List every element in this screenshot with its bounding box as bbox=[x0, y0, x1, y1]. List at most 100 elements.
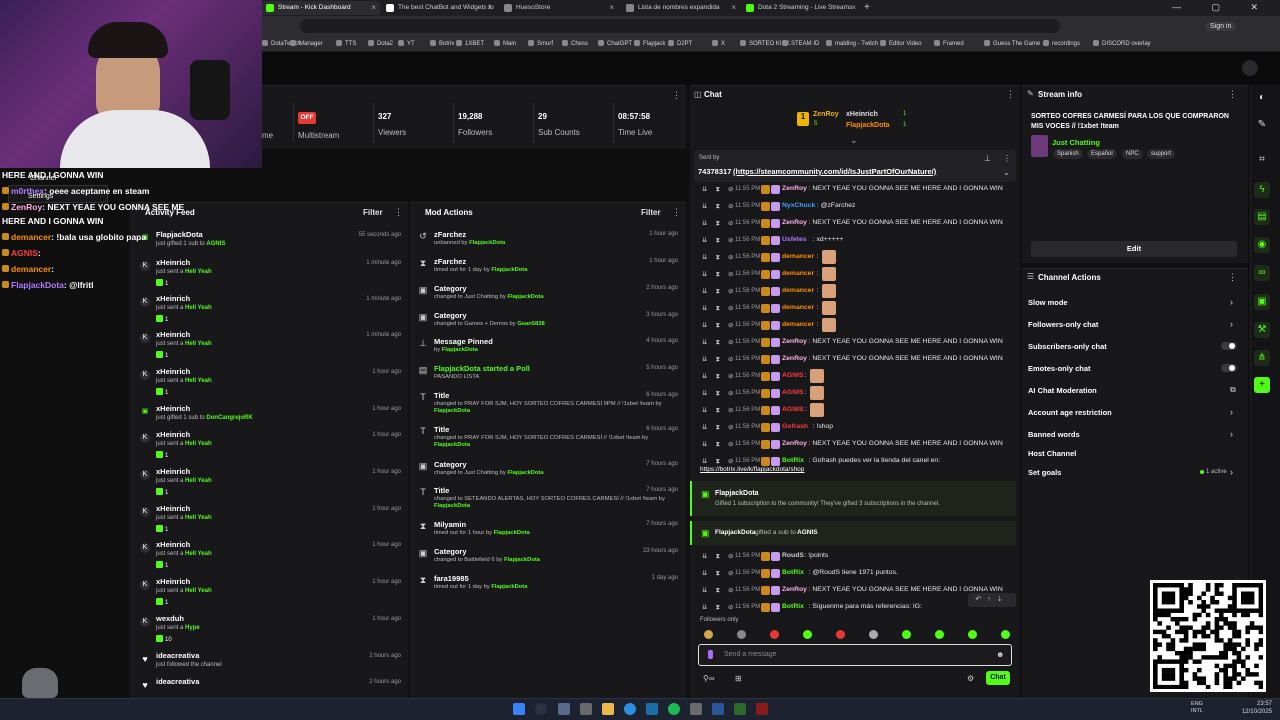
excel-icon[interactable] bbox=[734, 703, 746, 715]
bookmark-item[interactable]: TTS bbox=[336, 40, 356, 47]
chat-message[interactable]: ⇊⧗⊘ 11:56 PM BotRix: @RoudS tiene 1971 pun… bbox=[700, 566, 1012, 582]
mod-action-actor[interactable]: FlapjackDota bbox=[504, 557, 540, 563]
channel-action-label[interactable]: Subscribers-only chat bbox=[1028, 342, 1107, 351]
activity-user-name[interactable]: xHeinrich bbox=[156, 330, 190, 339]
chevron-down-icon[interactable]: ⌄ bbox=[1003, 168, 1010, 177]
activity-target[interactable]: DonCangrejoRK bbox=[206, 415, 252, 421]
chat-message[interactable]: ⇊⧗⊘ 11:56 PM demancer: bbox=[700, 267, 1012, 283]
mod-filter-button[interactable]: Filter bbox=[641, 208, 661, 217]
activity-user-name[interactable]: xHeinrich bbox=[156, 430, 190, 439]
pinned-link[interactable]: (https://steamcommunity.com/id/IsJustPar… bbox=[733, 167, 936, 176]
mod-action-item[interactable]: T Title changed to PRAY FOR SJM, HOY SORTE… bbox=[418, 390, 682, 418]
bookmark-item[interactable]: Framed bbox=[934, 40, 964, 47]
chat-message[interactable]: ⇊⧗⊘ 11:56 PM demancer: bbox=[700, 250, 1012, 266]
avatar[interactable] bbox=[1242, 60, 1258, 76]
activity-item[interactable]: KxHeinrich just sent a Hell Yeah 1 hour ag… bbox=[140, 428, 405, 464]
message-username[interactable]: AGNIS bbox=[782, 372, 804, 379]
mod-action-actor[interactable]: FlapjackDota bbox=[434, 408, 470, 414]
mod-action-item[interactable]: ▣ Category changed to Just Chatting by Fla… bbox=[418, 459, 682, 487]
activity-user-name[interactable]: xHeinrich bbox=[156, 504, 190, 513]
close-icon[interactable]: × bbox=[609, 3, 614, 12]
mod-action-actor[interactable]: Gean5838 bbox=[517, 321, 544, 327]
browser-tab[interactable]: HuesoStore × bbox=[500, 1, 618, 15]
mod-action-item[interactable]: T Title changed to SETEANDO ALERTAS, HOY S… bbox=[418, 485, 682, 513]
activity-item[interactable]: Kwexduh just sent a Hype 1 hour ago 10 bbox=[140, 612, 405, 648]
bookmark-item[interactable]: YT bbox=[398, 40, 415, 47]
gift-sub-target[interactable]: AGNIS bbox=[797, 529, 818, 536]
mod-action-item[interactable]: ⧗ fara19985 timed out for 1 day by Flapjac… bbox=[418, 573, 682, 601]
quick-emote-icon[interactable] bbox=[770, 630, 779, 639]
activity-user-name[interactable]: wexduh bbox=[156, 614, 184, 623]
activity-target[interactable]: Hell Yeah bbox=[185, 551, 212, 557]
mod-action-item[interactable]: ⧗ zFarchez timed out for 1 day by Flapjack… bbox=[418, 256, 682, 284]
chat-message[interactable]: ⇊⧗⊘ 11:56 PM Usfetes: xd+++++ bbox=[700, 233, 1012, 249]
tag-chip[interactable]: Spanish bbox=[1053, 149, 1083, 159]
sign-in-button[interactable]: Sign in bbox=[1205, 22, 1237, 31]
bookmark-item[interactable]: Smurf bbox=[528, 40, 553, 47]
bookmark-item[interactable]: 1XBET bbox=[456, 40, 484, 47]
channel-action-label[interactable]: Emotes-only chat bbox=[1028, 364, 1091, 373]
chat-message[interactable]: ⇊⧗⊘ 11:55 PM ZenRoy: NEXT YEAE YOU GONNA S… bbox=[700, 182, 1012, 198]
chat-message[interactable]: ⇊⧗⊘ 11:56 PM ZenRoy: NEXT YEAE YOU GONNA S… bbox=[700, 437, 1012, 453]
activity-target[interactable]: Hell Yeah bbox=[185, 341, 212, 347]
close-icon[interactable]: × bbox=[851, 3, 856, 12]
message-username[interactable]: Gofrash bbox=[782, 423, 808, 430]
tag-chip[interactable]: support bbox=[1147, 149, 1176, 159]
chat-bubble-icon[interactable]: ◉ bbox=[1254, 237, 1270, 253]
message-username[interactable]: AGNIS bbox=[782, 406, 804, 413]
message-username[interactable]: NyxChuck bbox=[782, 202, 815, 209]
mod-action-item[interactable]: ▣ Category changed to Games + Demos by Gea… bbox=[418, 310, 682, 338]
message-username[interactable]: BotRix bbox=[782, 457, 804, 464]
more-options-icon[interactable]: ⋮ bbox=[1228, 272, 1237, 283]
message-username[interactable]: demancer bbox=[782, 270, 814, 277]
activity-item[interactable]: KxHeinrich just sent a Hell Yeah 1 hour ag… bbox=[140, 365, 405, 401]
message-username[interactable]: RoudS bbox=[782, 552, 804, 559]
bookmark-item[interactable]: Manager bbox=[290, 40, 323, 47]
chevron-right-icon[interactable]: › bbox=[1230, 297, 1233, 307]
taskbar-app-icon[interactable] bbox=[558, 703, 570, 715]
chevron-down-icon[interactable]: ⌄ bbox=[850, 135, 858, 146]
tag-chip[interactable]: Español bbox=[1087, 149, 1117, 159]
mod-action-actor[interactable]: FlapjackDota bbox=[508, 470, 544, 476]
quick-emote-icon[interactable] bbox=[902, 630, 911, 639]
message-username[interactable]: ZenRoy bbox=[782, 338, 807, 345]
quick-emote-icon[interactable] bbox=[935, 630, 944, 639]
more-options-icon[interactable]: ⋮ bbox=[1228, 89, 1237, 100]
window-icon[interactable]: ▣ bbox=[1254, 294, 1270, 310]
chat-message[interactable]: ⇊⧗⊘ 11:56 PM demancer: bbox=[700, 301, 1012, 317]
mod-action-item[interactable]: ▣ Category changed to Battlefield 6 by Fla… bbox=[418, 546, 682, 574]
chat-message[interactable]: ⇊⧗⊘ 11:56 PM demancer: bbox=[700, 318, 1012, 334]
activity-filter-button[interactable]: Filter bbox=[363, 208, 383, 217]
activity-user-name[interactable]: xHeinrich bbox=[156, 540, 190, 549]
more-options-icon[interactable]: ⋮ bbox=[672, 207, 681, 218]
mod-action-item[interactable]: ⊥ Message Pinned by FlapjackDota 4 hours ag… bbox=[418, 336, 682, 364]
quick-emote-icon[interactable] bbox=[836, 630, 845, 639]
pencil-icon[interactable]: ✎ bbox=[1254, 117, 1270, 133]
chat-message[interactable]: ⇊⧗⊘ 11:56 PM BotRix: Síguenme para más ref… bbox=[700, 600, 1012, 616]
mod-action-actor[interactable]: FlapjackDota bbox=[491, 267, 527, 273]
gear-icon[interactable]: ⚙ bbox=[967, 674, 974, 683]
bookmark-item[interactable]: Flapjack bbox=[634, 40, 665, 47]
more-options-icon[interactable]: ⋮ bbox=[394, 207, 403, 218]
taskbar-app-icon[interactable] bbox=[580, 703, 592, 715]
gift-sub-name[interactable]: FlapjackDota bbox=[715, 529, 755, 536]
toggle-switch[interactable] bbox=[1221, 342, 1237, 350]
add-widget-icon[interactable]: + bbox=[1254, 377, 1270, 393]
chat-message[interactable]: ⇊⧗⊘ 11:56 PM AGNIS: bbox=[700, 369, 1012, 385]
chevron-right-icon[interactable]: › bbox=[1230, 407, 1233, 417]
top-user-name[interactable]: xHeinrich bbox=[846, 111, 878, 118]
chat-message[interactable]: ⇊⧗⊘ 11:56 PM Gofrash: !shop bbox=[700, 420, 1012, 436]
emoji-icon[interactable]: ☻ bbox=[996, 650, 1004, 659]
send-chat-button[interactable]: Chat bbox=[986, 671, 1010, 685]
activity-target[interactable]: Hell Yeah bbox=[185, 441, 212, 447]
activity-user-name[interactable]: ideacreativa bbox=[156, 651, 199, 660]
bookmark-item[interactable]: DISCORD overlay bbox=[1093, 40, 1151, 47]
wrench-icon[interactable]: ⚒ bbox=[1254, 322, 1270, 338]
top-user-name[interactable]: ZenRoy bbox=[813, 111, 839, 118]
tag-chip[interactable]: NPC bbox=[1122, 149, 1143, 159]
more-options-icon[interactable]: ⋮ bbox=[1003, 154, 1011, 163]
channel-action-label[interactable]: AI Chat Moderation bbox=[1028, 386, 1097, 395]
address-bar[interactable] bbox=[300, 19, 1060, 33]
channel-action-label[interactable]: Host Channel bbox=[1028, 449, 1076, 458]
mod-action-actor[interactable]: FlapjackDota bbox=[442, 347, 478, 353]
